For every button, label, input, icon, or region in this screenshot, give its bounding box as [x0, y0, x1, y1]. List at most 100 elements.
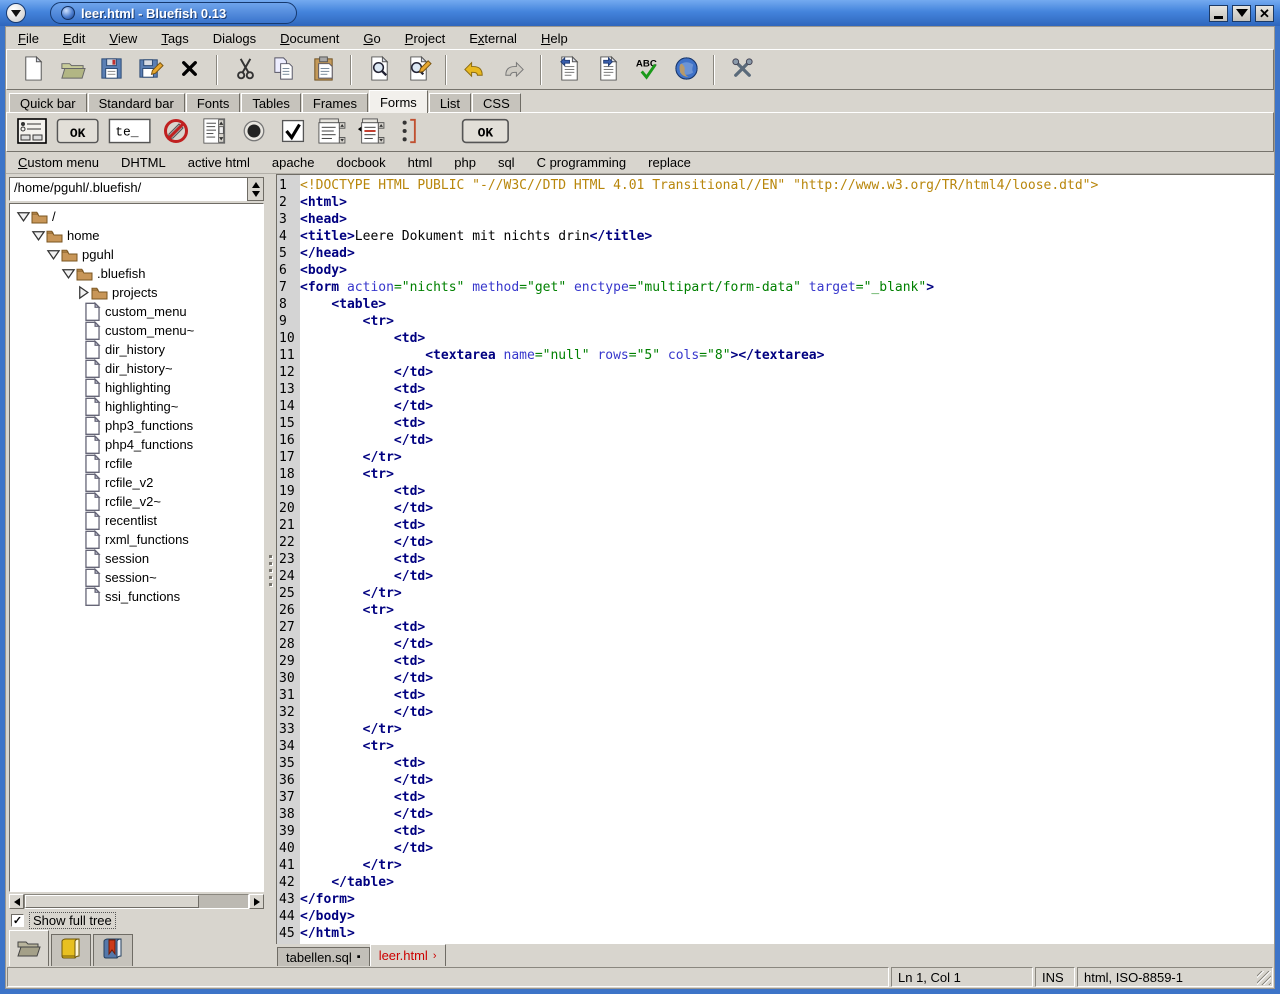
custom-menu-replace[interactable]: replace — [648, 155, 691, 170]
find-button[interactable] — [361, 53, 397, 87]
custom-menu-apache[interactable]: apache — [272, 155, 315, 170]
save-file-as-button[interactable] — [132, 53, 168, 87]
menu-help[interactable]: Help — [541, 31, 568, 46]
code-editor[interactable]: 1<!DOCTYPE HTML PUBLIC "-//W3C//DTD HTML… — [276, 174, 1274, 944]
sidebar-tab-file-browser[interactable] — [9, 930, 49, 966]
tree-item-rcfile-v2-[interactable]: rcfile_v2~ — [10, 492, 263, 511]
spell-check-button[interactable]: ABC — [629, 53, 665, 87]
scrollbar-trough[interactable] — [24, 894, 249, 909]
window-menu-button[interactable] — [6, 3, 26, 23]
tree-item-highlighting[interactable]: highlighting — [10, 378, 263, 397]
menu-project[interactable]: Project — [405, 31, 445, 46]
cut-button[interactable] — [227, 53, 263, 87]
minimize-button[interactable] — [1209, 5, 1228, 22]
tree-item-rxml-functions[interactable]: rxml_functions — [10, 530, 263, 549]
menu-view[interactable]: View — [109, 31, 137, 46]
custom-menu-html[interactable]: html — [408, 155, 433, 170]
find-and-replace-button[interactable] — [400, 53, 436, 87]
tree-item-home[interactable]: home — [10, 226, 263, 245]
doc-tab-leer-html[interactable]: leer.html› — [370, 944, 446, 966]
submit-button-button[interactable]: OK — [56, 117, 99, 147]
htmlbar-tab-list[interactable]: List — [429, 93, 471, 113]
textarea-button[interactable] — [200, 117, 230, 147]
select-list-button[interactable] — [317, 117, 347, 147]
undo-button[interactable] — [456, 53, 492, 87]
tree-item-session[interactable]: session — [10, 549, 263, 568]
expander-open-icon[interactable] — [31, 229, 46, 243]
htmlbar-tab-css[interactable]: CSS — [472, 93, 521, 113]
tree-item-custom-menu[interactable]: custom_menu — [10, 302, 263, 321]
titlebar[interactable]: leer.html - Bluefish 0.13 ✕ — [0, 0, 1280, 26]
tree-item-highlighting-[interactable]: highlighting~ — [10, 397, 263, 416]
menu-external[interactable]: External — [469, 31, 517, 46]
tree-item-php4-functions[interactable]: php4_functions — [10, 435, 263, 454]
tree-horizontal-scrollbar[interactable] — [9, 894, 264, 909]
view-in-browser-button[interactable] — [668, 53, 704, 87]
scroll-left-button[interactable] — [9, 894, 24, 909]
tree-item-rcfile-v2[interactable]: rcfile_v2 — [10, 473, 263, 492]
custom-menu-c-programming[interactable]: C programming — [537, 155, 627, 170]
tree-item-rcfile[interactable]: rcfile — [10, 454, 263, 473]
new-document-button[interactable] — [15, 53, 51, 87]
tree-item-session-[interactable]: session~ — [10, 568, 263, 587]
menu-go[interactable]: Go — [363, 31, 380, 46]
custom-menu-custom-menu[interactable]: Custom menu — [18, 155, 99, 170]
open-file-button[interactable] — [54, 53, 90, 87]
menu-file[interactable]: File — [18, 31, 39, 46]
custom-menu-active-html[interactable]: active html — [188, 155, 250, 170]
custom-menu-php[interactable]: php — [454, 155, 476, 170]
menu-dialogs[interactable]: Dialogs — [213, 31, 256, 46]
htmlbar-tab-frames[interactable]: Frames — [302, 93, 368, 113]
close-button[interactable]: ✕ — [1255, 5, 1274, 22]
doc-tab-tabellen-sql[interactable]: tabellen.sql▪ — [277, 947, 370, 966]
show-full-tree-checkbox[interactable]: ✓ — [11, 914, 24, 927]
tree-item-dir-history[interactable]: dir_history — [10, 340, 263, 359]
option-group-button[interactable] — [395, 117, 425, 147]
paste-button[interactable] — [305, 53, 341, 87]
menu-tags[interactable]: Tags — [161, 31, 188, 46]
hidden-input-button[interactable] — [161, 117, 191, 147]
form-button[interactable] — [17, 117, 47, 147]
custom-menu-docbook[interactable]: docbook — [337, 155, 386, 170]
scrollbar-thumb[interactable] — [25, 895, 199, 908]
tree-item--[interactable]: / — [10, 207, 263, 226]
maximize-button[interactable] — [1232, 5, 1251, 22]
htmlbar-tab-quick-bar[interactable]: Quick bar — [9, 93, 87, 113]
tree-item-recentlist[interactable]: recentlist — [10, 511, 263, 530]
checkbox-button[interactable] — [278, 117, 308, 147]
copy-button[interactable] — [266, 53, 302, 87]
menu-document[interactable]: Document — [280, 31, 339, 46]
tree-item-projects[interactable]: projects — [10, 283, 263, 302]
htmlbar-tab-fonts[interactable]: Fonts — [186, 93, 241, 113]
custom-menu-dhtml[interactable]: DHTML — [121, 155, 166, 170]
scroll-right-button[interactable] — [249, 894, 264, 909]
expander-closed-icon[interactable] — [76, 286, 91, 300]
preferences-button[interactable] — [724, 53, 760, 87]
tree-item-pguhl[interactable]: pguhl — [10, 245, 263, 264]
tree-item-php3-functions[interactable]: php3_functions — [10, 416, 263, 435]
redo-button[interactable] — [495, 53, 531, 87]
save-file-button[interactable] — [93, 53, 129, 87]
pane-splitter[interactable] — [264, 174, 276, 966]
sidebar-tab-reference-book[interactable] — [51, 934, 91, 966]
sidebar-tab-bookmarks-book[interactable] — [93, 934, 133, 966]
menu-edit[interactable]: Edit — [63, 31, 85, 46]
tree-item-ssi-functions[interactable]: ssi_functions — [10, 587, 263, 606]
doc-tab-state-icon[interactable]: › — [433, 950, 437, 962]
custom-menu-sql[interactable]: sql — [498, 155, 515, 170]
path-input[interactable]: /home/pguhl/.bluefish/ — [9, 177, 247, 201]
doc-tab-state-icon[interactable]: ▪ — [357, 951, 361, 963]
htmlbar-tab-standard-bar[interactable]: Standard bar — [88, 93, 185, 113]
htmlbar-tab-tables[interactable]: Tables — [241, 93, 301, 113]
resize-grip[interactable] — [1257, 971, 1271, 985]
htmlbar-tab-forms[interactable]: Forms — [369, 90, 428, 113]
indent-button[interactable] — [590, 53, 626, 87]
option-button[interactable] — [356, 117, 386, 147]
close-file-button[interactable] — [171, 53, 207, 87]
tree-item-custom-menu-[interactable]: custom_menu~ — [10, 321, 263, 340]
expander-open-icon[interactable] — [16, 210, 31, 224]
tree-item-dir-history-[interactable]: dir_history~ — [10, 359, 263, 378]
text-input-button[interactable]: te_ — [108, 117, 151, 147]
radio-button-button[interactable] — [239, 117, 269, 147]
expander-open-icon[interactable] — [61, 267, 76, 281]
